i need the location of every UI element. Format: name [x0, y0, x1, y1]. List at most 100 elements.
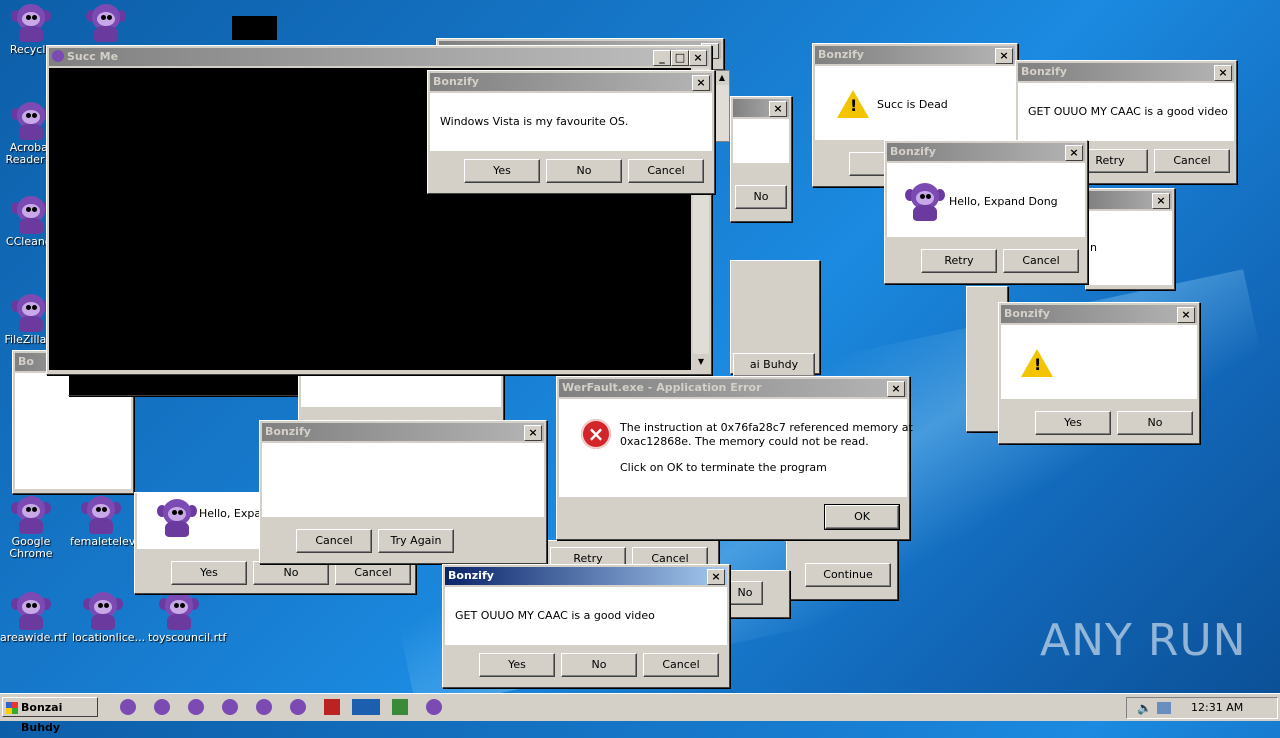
no-button[interactable]: No	[727, 581, 763, 605]
message-text: Succ is Dead	[877, 98, 948, 111]
titlebar: Bonzify ×	[262, 423, 544, 441]
checkmark-quicklaunch-icon[interactable]	[392, 699, 408, 715]
cancel-button[interactable]: Cancel	[1154, 149, 1230, 173]
window-body: !	[1001, 325, 1197, 399]
cancel-button[interactable]: Cancel	[643, 653, 719, 677]
window-title: Succ Me	[67, 50, 119, 63]
window-body: GET OUUO MY CAAC is a good video	[1018, 83, 1234, 141]
start-button[interactable]: Bonzai Buhdy	[2, 697, 98, 734]
yes-button[interactable]: Yes	[464, 159, 540, 183]
error-icon: ×	[581, 419, 611, 449]
titlebar: Bonzify ×	[887, 143, 1085, 161]
app-quicklaunch-icon[interactable]	[324, 699, 340, 715]
clock[interactable]: 12:31 AM	[1191, 701, 1243, 714]
desktop-icon-locationlice[interactable]: locationlice...	[72, 590, 145, 644]
taskbar: Bonzai Buhdy 🔈 12:31 AM	[0, 693, 1280, 734]
try-again-button[interactable]: Try Again	[378, 529, 454, 553]
yes-button[interactable]: Yes	[1035, 411, 1111, 435]
bonzi-icon	[86, 2, 126, 42]
window-title: Bo	[18, 355, 34, 368]
desktop-black-box	[232, 16, 277, 40]
scroll-down-icon[interactable]: ▼	[693, 354, 709, 370]
close-icon[interactable]: ×	[1152, 193, 1170, 209]
close-icon[interactable]: ×	[689, 50, 707, 66]
warning-icon: !	[837, 90, 869, 118]
app-icon	[52, 50, 64, 62]
close-icon[interactable]: ×	[692, 75, 710, 91]
maximize-icon[interactable]: □	[671, 50, 689, 66]
cancel-button[interactable]: Cancel	[335, 561, 411, 585]
message-text: Hello, Expan	[199, 507, 269, 520]
window-body: Hello, Expand Dong	[887, 163, 1085, 237]
close-icon[interactable]: ×	[1214, 65, 1232, 81]
yes-button[interactable]: Yes	[479, 653, 555, 677]
window-body	[733, 119, 789, 163]
no-button[interactable]: No	[546, 159, 622, 183]
background-window: ai Buhdy	[730, 260, 820, 377]
taskbar-like-button[interactable]: ai Buhdy	[733, 353, 815, 377]
speaker-icon[interactable]: 🔈	[1137, 701, 1152, 715]
ok-button[interactable]: OK	[824, 504, 900, 530]
bonzi-icon	[159, 590, 199, 630]
close-icon[interactable]: ×	[769, 101, 787, 117]
bonzi-icon	[11, 292, 51, 332]
no-button[interactable]: No	[1117, 411, 1193, 435]
message-text: Windows Vista is my favourite OS.	[440, 115, 629, 128]
desktop-icon-areawide[interactable]: areawide.rtf	[0, 590, 67, 644]
window-body	[262, 443, 544, 517]
close-icon[interactable]: ×	[887, 381, 905, 397]
anyrun-watermark: ANY RUN	[1040, 615, 1247, 666]
window-title: Bonzify	[448, 569, 494, 582]
warning-icon: !	[1021, 349, 1053, 377]
bonzi-icon	[81, 494, 121, 534]
scrollbar[interactable]: ▲	[714, 70, 730, 142]
retry-button[interactable]: Retry	[921, 249, 997, 273]
close-icon[interactable]: ×	[707, 569, 725, 585]
window-title: Bonzify	[265, 425, 311, 438]
bonzi-quicklaunch-icon[interactable]	[290, 699, 306, 715]
desktop-icon-toyscouncil[interactable]: toyscouncil.rtf	[148, 590, 226, 644]
yes-button[interactable]: Yes	[171, 561, 247, 585]
bonzi-quicklaunch-icon[interactable]	[256, 699, 272, 715]
desktop-icon-label: locationlice...	[72, 631, 146, 644]
network-icon[interactable]	[1157, 702, 1171, 714]
bonzi-icon	[83, 590, 123, 630]
close-icon[interactable]: ×	[1177, 307, 1195, 323]
desktop-icon-chrome[interactable]: Google Chrome	[0, 494, 62, 560]
window-title: Bonzify	[818, 48, 864, 61]
cancel-button[interactable]: Cancel	[628, 159, 704, 183]
window-title: Bonzify	[433, 75, 479, 88]
bonzi-quicklaunch-icon[interactable]	[154, 699, 170, 715]
cancel-button[interactable]: Cancel	[1003, 249, 1079, 273]
bonzify-warning-window: Bonzify × ! Yes No	[998, 302, 1200, 444]
titlebar: Succ Me _ □ ×	[49, 48, 709, 66]
titlebar: Bonzify ×	[445, 567, 727, 585]
desktop-icon-label: areawide.rtf	[0, 631, 67, 644]
bonzi-quicklaunch-icon[interactable]	[222, 699, 238, 715]
scroll-up-icon[interactable]: ▲	[715, 71, 729, 85]
cancel-button[interactable]: Cancel	[296, 529, 372, 553]
desktop-icon-label: toyscouncil.rtf	[148, 631, 227, 644]
no-button[interactable]: No	[253, 561, 329, 585]
window-body: ! Succ is Dead	[815, 66, 1015, 140]
close-icon[interactable]: ×	[995, 48, 1013, 64]
bonzi-quicklaunch-icon[interactable]	[426, 699, 442, 715]
desktop-icon-femaletelevi[interactable]: femaletelevi...	[70, 494, 149, 548]
bonzi-quicklaunch-icon[interactable]	[188, 699, 204, 715]
close-icon[interactable]: ×	[524, 425, 542, 441]
no-button[interactable]: No	[735, 185, 787, 209]
no-button[interactable]: No	[561, 653, 637, 677]
desktop-icon-label: Google Chrome	[9, 535, 53, 560]
start-label: Bonzai Buhdy	[21, 701, 63, 734]
bonzi-quicklaunch-icon[interactable]	[120, 699, 136, 715]
minimize-icon[interactable]: _	[653, 50, 671, 66]
desktop-icon[interactable]	[75, 2, 137, 44]
message-text: GET OUUO MY CAAC is a good video	[1028, 105, 1228, 118]
bonzi-icon	[11, 494, 51, 534]
close-icon[interactable]: ×	[1065, 145, 1083, 161]
continue-button[interactable]: Continue	[805, 563, 891, 587]
desktop-quicklaunch-icon[interactable]	[352, 699, 380, 715]
window-title: Bonzify	[1004, 307, 1050, 320]
bonzify-vista-window: Bonzify × Windows Vista is my favourite O…	[427, 70, 715, 194]
background-window	[298, 368, 504, 426]
